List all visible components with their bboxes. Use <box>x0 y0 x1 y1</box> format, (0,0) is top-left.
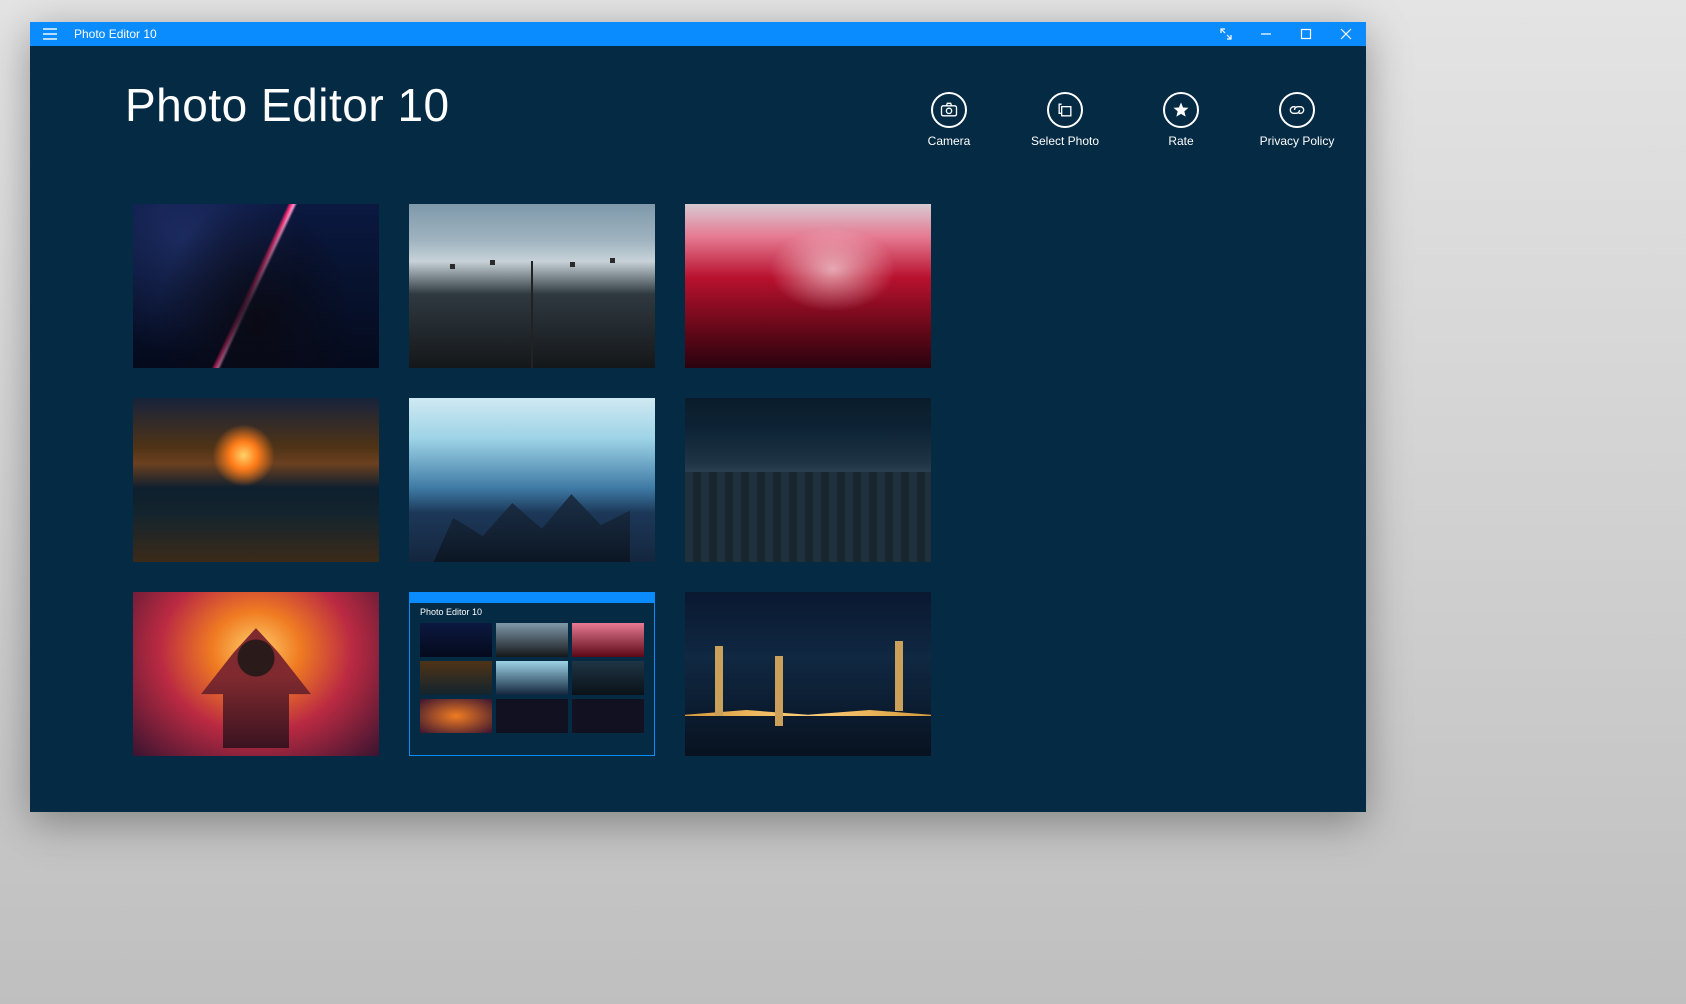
nested-thumbnail-grid <box>420 623 644 733</box>
app-body: Photo Editor 10 Camera <box>30 46 1366 812</box>
action-bar: Camera Select Photo Rate <box>910 92 1336 148</box>
select-photo-action[interactable]: Select Photo <box>1026 92 1104 148</box>
hamburger-menu-button[interactable] <box>30 22 70 46</box>
camera-icon <box>931 92 967 128</box>
thumbnail[interactable] <box>133 204 379 368</box>
title-bar: Photo Editor 10 <box>30 22 1366 46</box>
thumbnail[interactable] <box>133 592 379 756</box>
link-icon <box>1279 92 1315 128</box>
titlebar-app-name: Photo Editor 10 <box>70 27 157 41</box>
close-icon <box>1340 28 1352 40</box>
thumbnail[interactable] <box>685 398 931 562</box>
thumbnail[interactable]: Photo Editor 10 <box>409 592 655 756</box>
privacy-policy-action[interactable]: Privacy Policy <box>1258 92 1336 148</box>
fullscreen-button[interactable] <box>1206 22 1246 46</box>
minimize-button[interactable] <box>1246 22 1286 46</box>
thumbnail[interactable] <box>685 204 931 368</box>
nested-screenshot-title: Photo Editor 10 <box>420 607 644 617</box>
rate-label: Rate <box>1168 134 1193 148</box>
select-photo-label: Select Photo <box>1031 134 1099 148</box>
maximize-button[interactable] <box>1286 22 1326 46</box>
thumbnail[interactable] <box>133 398 379 562</box>
rate-action[interactable]: Rate <box>1142 92 1220 148</box>
nested-screenshot: Photo Editor 10 <box>420 607 644 745</box>
page-title: Photo Editor 10 <box>125 78 450 132</box>
hamburger-icon <box>43 28 57 40</box>
thumbnail[interactable] <box>409 398 655 562</box>
maximize-icon <box>1300 28 1312 40</box>
thumbnail[interactable] <box>409 204 655 368</box>
thumbnail[interactable] <box>685 592 931 756</box>
select-photo-icon <box>1047 92 1083 128</box>
camera-action[interactable]: Camera <box>910 92 988 148</box>
fullscreen-icon <box>1220 28 1232 40</box>
app-window: Photo Editor 10 Photo Editor 1 <box>30 22 1366 812</box>
star-icon <box>1163 92 1199 128</box>
thumbnail-grid: Photo Editor 10 <box>133 204 931 756</box>
privacy-label: Privacy Policy <box>1260 134 1335 148</box>
camera-label: Camera <box>928 134 971 148</box>
minimize-icon <box>1260 28 1272 40</box>
close-button[interactable] <box>1326 22 1366 46</box>
